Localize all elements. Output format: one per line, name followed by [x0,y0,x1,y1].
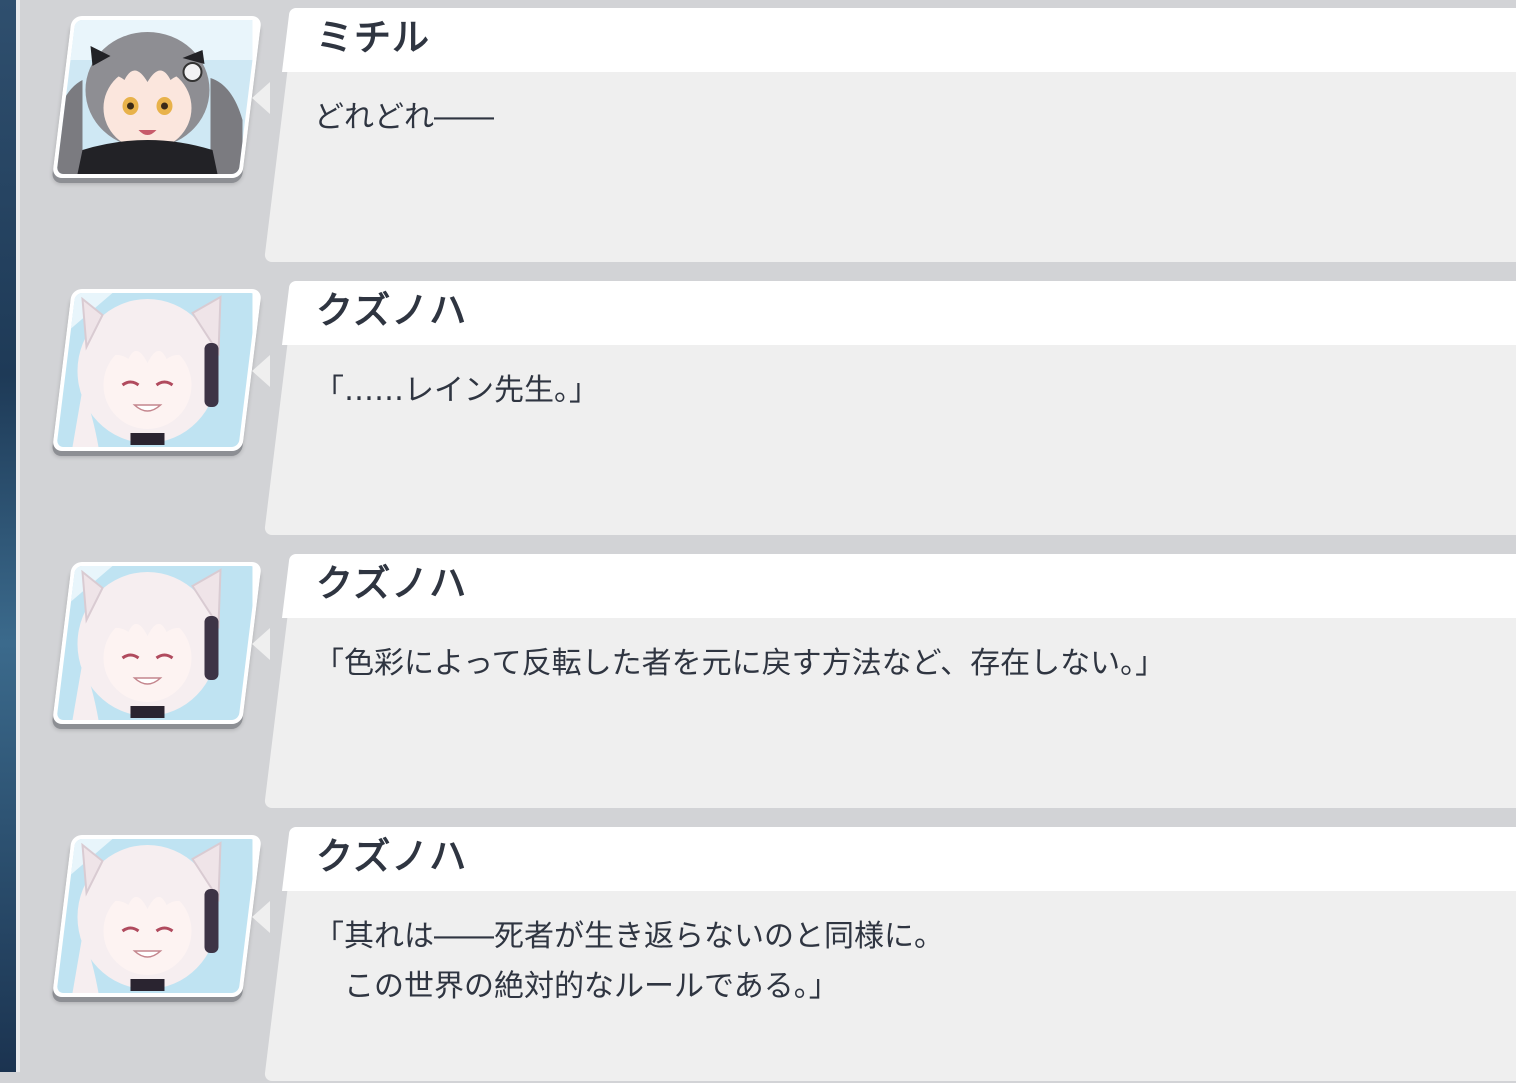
dialog-line: 「……レイン先生。」 [314,373,599,408]
speaker-portrait [52,16,262,178]
dialog-line: この世界の絶対的なルールである。」 [314,969,839,1004]
dialog-line: どれどれ―― [314,100,494,135]
speaker-portrait [52,835,262,997]
speaker-name: クズノハ [316,562,468,605]
speaker-name: クズノハ [316,835,468,878]
kuzunoha-portrait-icon [56,839,253,993]
dialog-line: 「其れは――死者が生き返らないのと同様に。 [314,919,944,954]
dialog-entry: クズノハ 「其れは――死者が生き返らないのと同様に。 この世界の絶対的なルールで… [20,819,1516,1083]
dialog-line: 「色彩によって反転した者を元に戻す方法など、存在しない。」 [314,646,1166,681]
dialog-entry: クズノハ 「色彩によって反転した者を元に戻す方法など、存在しない。」 [20,546,1516,810]
dialog-entry: クズノハ 「……レイン先生。」 [20,273,1516,537]
bubble-pointer [252,901,270,933]
speaker-name: ミチル [316,16,430,59]
michiru-portrait-icon [56,20,253,174]
speaker-name-bar [282,8,1516,72]
speaker-portrait [52,562,262,724]
dialog-entry: ミチル どれどれ―― [20,0,1516,264]
bubble-pointer [252,628,270,660]
dialog-log-panel[interactable]: ミチル どれどれ―― クズノハ 「……レイン先生。」 クズノハ 「色彩によって反… [20,0,1516,1081]
bubble-pointer [252,82,270,114]
bubble-pointer [252,355,270,387]
kuzunoha-portrait-icon [56,293,253,447]
kuzunoha-portrait-icon [56,566,253,720]
speaker-portrait [52,289,262,451]
speaker-name: クズノハ [316,289,468,332]
